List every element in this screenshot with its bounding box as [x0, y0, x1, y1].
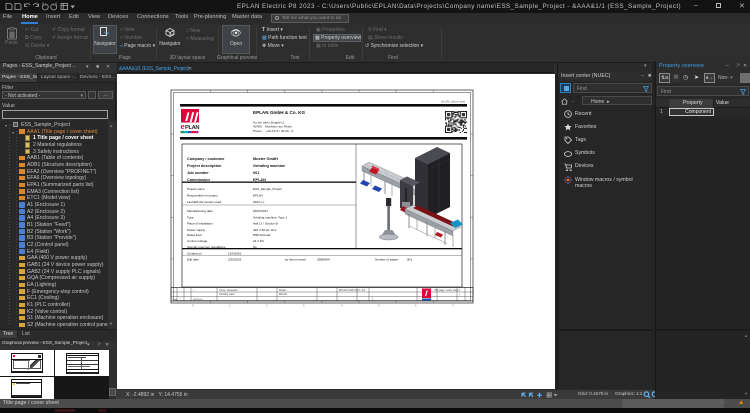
svg-text:Rated load: Rated load [187, 233, 202, 237]
svg-text:6: 6 [415, 304, 417, 308]
svg-text:ESS_Sample_Project: ESS_Sample_Project [253, 187, 282, 191]
svg-text:by (short name): by (short name) [285, 258, 306, 262]
svg-text:~: ~ [179, 298, 181, 301]
svg-text:8/95 full-load: 8/95 full-load [253, 233, 271, 237]
svg-text:Date: Date [173, 298, 178, 301]
svg-text:001: 001 [253, 171, 259, 175]
svg-text:Title page / cover sheet: Title page / cover sheet [434, 289, 459, 292]
svg-text:Muster GmbH: Muster GmbH [253, 157, 278, 161]
svg-text:No: No [253, 245, 257, 249]
svg-text:24 V DC: 24 V DC [253, 239, 265, 243]
svg-text:Comp. name/add: Comp. name/add [219, 289, 238, 292]
svg-text:Project name: Project name [187, 187, 205, 191]
svg-text:0: 0 [192, 304, 194, 308]
svg-text:Hall 17 / Section B: Hall 17 / Section B [253, 222, 278, 226]
svg-text:EPLAN: EPLAN [253, 178, 266, 182]
svg-text:Edit date: Edit date [187, 258, 199, 262]
svg-text:PLAN: PLAN [185, 125, 199, 131]
svg-text:EPLAN GmbH & Co. KG: EPLAN GmbH & Co. KG [253, 110, 305, 115]
svg-text:Control voltage: Control voltage [187, 239, 208, 243]
svg-text:Grinding machine: Grinding machine [253, 164, 285, 168]
svg-text:Company / customer: Company / customer [187, 157, 225, 161]
svg-text:EPLAN: EPLAN [279, 293, 287, 296]
svg-text:2: 2 [266, 304, 268, 308]
svg-text:EPLAN: EPLAN [253, 194, 263, 198]
svg-text:Phone +49 2173 / 39 06 - 0: Phone +49 2173 / 39 06 - 0 [253, 129, 293, 133]
svg-text:1: 1 [372, 298, 374, 301]
svg-text:Type: Type [187, 215, 194, 219]
svg-text:Created on: Created on [187, 251, 202, 255]
svg-text:1: 1 [229, 304, 231, 308]
svg-text:Power supply: Power supply [187, 228, 206, 232]
svg-text:7: 7 [452, 304, 454, 308]
svg-text:12/6/2010: 12/6/2010 [193, 299, 204, 301]
svg-text:2023.x.x: 2023.x.x [253, 200, 265, 204]
svg-text:+: + [459, 293, 461, 296]
svg-text:Place of installation: Place of installation [187, 222, 213, 226]
svg-text:Project description: Project description [187, 164, 222, 168]
svg-text:Responsible for project: Responsible for project [187, 194, 218, 198]
svg-text:No URL (Some note): No URL (Some note) [441, 100, 465, 104]
svg-text:20/07/2017: 20/07/2017 [253, 209, 268, 213]
svg-text:EPLAN GmbH & Co. KG: EPLAN GmbH & Co. KG [339, 289, 365, 292]
svg-text:400 V 50 Hz 16 A: 400 V 50 Hz 16 A [253, 228, 276, 232]
svg-text:Number of pages: Number of pages [375, 258, 399, 262]
svg-text:Job number: Job number [187, 171, 209, 175]
svg-text:3: 3 [303, 304, 305, 308]
svg-text:5: 5 [378, 304, 380, 308]
svg-text:12/6/2010: 12/6/2010 [228, 251, 242, 255]
svg-text:Special customer regulations: Special customer regulations [187, 245, 226, 249]
svg-text:Grinding machine, Type 1: Grinding machine, Type 1 [253, 215, 287, 219]
svg-text:Muster: Muster [279, 289, 287, 292]
svg-text:Commission: Commission [187, 178, 210, 182]
svg-text:2/25/2022: 2/25/2022 [228, 258, 242, 262]
svg-text:001: 001 [407, 258, 412, 262]
svg-text:Grinding mach.: Grinding mach. [219, 293, 236, 296]
svg-text:Manufacturing date: Manufacturing date [187, 209, 213, 213]
svg-text:SDBMAN: SDBMAN [317, 258, 330, 262]
svg-text:4: 4 [341, 304, 343, 308]
svg-text:Last EPLAN version used: Last EPLAN version used [187, 200, 222, 204]
svg-text:~: ~ [193, 289, 195, 292]
svg-text:=: = [459, 289, 461, 292]
